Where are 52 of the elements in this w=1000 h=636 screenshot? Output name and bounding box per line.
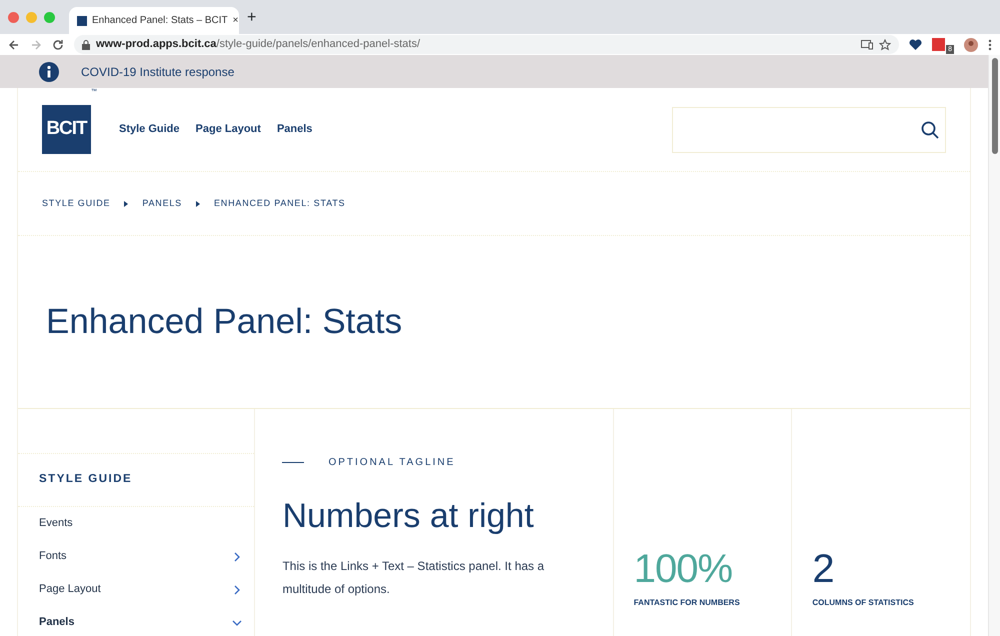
- back-icon[interactable]: [8, 38, 20, 50]
- sidebar-label: Panels: [39, 615, 76, 630]
- alert-link[interactable]: COVID-19 Institute response: [81, 62, 234, 80]
- more-icon[interactable]: [988, 38, 992, 50]
- panel-heading: Numbers at right: [282, 496, 535, 537]
- stat-label: FANTASTIC FOR NUMBERS: [634, 597, 741, 609]
- info-icon: [39, 62, 59, 82]
- sidebar-item[interactable]: Events: [18, 507, 254, 540]
- browser-tab[interactable]: Enhanced Panel: Stats – BCIT ×: [69, 7, 239, 34]
- stat-label: COLUMNS OF STATISTICS: [812, 597, 915, 609]
- avatar-icon[interactable]: [964, 38, 978, 52]
- tagline: OPTIONAL TAGLINE: [328, 456, 456, 470]
- breadcrumb-link[interactable]: STYLE GUIDE: [42, 196, 110, 210]
- url-text: www-prod.apps.bcit.ca/style-guide/panels/enhanced-panel-stats/: [96, 37, 420, 52]
- tab-title: Enhanced Panel: Stats – BCIT: [92, 14, 228, 28]
- caret-icon: [196, 200, 200, 206]
- window-control-button[interactable]: [8, 12, 19, 22]
- scrollbar[interactable]: [988, 55, 1000, 636]
- caret-icon: [124, 200, 128, 206]
- heart-icon[interactable]: [909, 38, 922, 50]
- new-tab-button[interactable]: +: [247, 6, 256, 30]
- stat-value: 2: [812, 549, 835, 589]
- page-title: Enhanced Panel: Stats: [18, 236, 970, 409]
- sidebar-label: Fonts: [39, 549, 68, 564]
- sidebar-heading: STYLE GUIDE: [18, 453, 254, 507]
- panel-body: This is the Links + Text – Statistics panel. It has a multitude of options.: [282, 558, 546, 598]
- breadcrumb-link[interactable]: PANELS: [142, 196, 182, 210]
- star-icon[interactable]: [879, 38, 892, 50]
- chevron-right-icon[interactable]: [232, 552, 242, 562]
- nav-link[interactable]: Panels: [276, 121, 312, 138]
- close-button[interactable]: ×: [232, 13, 238, 28]
- sidebar-label: Page Layout: [39, 582, 102, 598]
- nav-link[interactable]: Style Guide: [119, 121, 180, 138]
- extension-icon[interactable]: [932, 38, 946, 51]
- tagline-rule: [282, 462, 304, 463]
- chevron-right-icon[interactable]: [232, 584, 242, 594]
- stat-value: 100%: [634, 549, 734, 589]
- reload-icon[interactable]: [52, 38, 64, 50]
- lock-icon: [82, 40, 90, 50]
- breadcrumb-link[interactable]: ENHANCED PANEL: STATS: [214, 196, 346, 210]
- search-field[interactable]: [672, 106, 946, 152]
- sidebar-item[interactable]: Page Layout: [18, 573, 254, 606]
- logo[interactable]: BCIT: [42, 105, 91, 154]
- address-bar[interactable]: www-prod.apps.bcit.ca/style-guide/panels/enhanced-panel-stats/: [74, 35, 900, 54]
- sidebar-label: Events: [39, 516, 74, 532]
- sidebar-item[interactable]: Panels: [18, 606, 254, 636]
- cast-icon[interactable]: [861, 40, 874, 50]
- search-icon[interactable]: [921, 120, 939, 138]
- nav-link[interactable]: Page Layout: [196, 121, 261, 138]
- favicon-icon: [77, 16, 87, 26]
- chevron-down-icon[interactable]: [232, 618, 242, 628]
- sidebar-item[interactable]: Fonts: [18, 540, 254, 573]
